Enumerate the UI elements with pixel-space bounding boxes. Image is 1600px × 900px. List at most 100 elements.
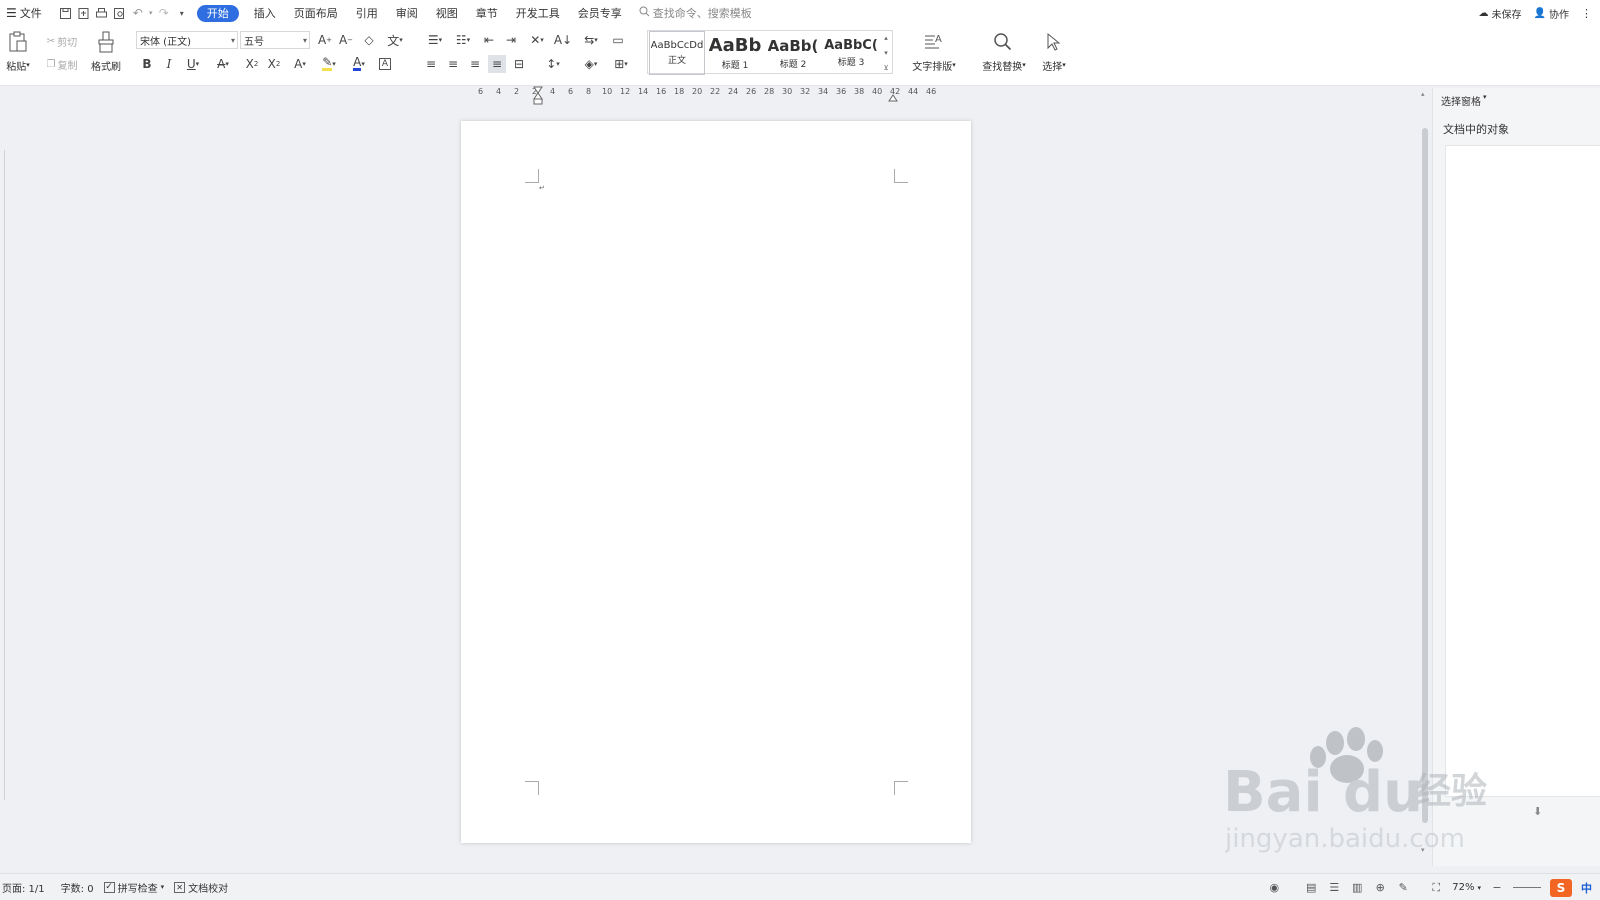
numbered-list-icon[interactable]: ☷ ▾ xyxy=(450,31,476,49)
char-border-icon[interactable]: A xyxy=(376,55,394,73)
show-marks-icon[interactable]: ⇆ ▾ xyxy=(578,31,604,49)
indent-marker-left[interactable] xyxy=(533,86,543,106)
cut-button[interactable]: ✂ 剪切 xyxy=(40,34,84,49)
underline-icon[interactable]: U ▾ xyxy=(180,55,206,73)
tab-references[interactable]: 引用 xyxy=(347,0,387,26)
style-gallery-scroll[interactable]: ▴ ▾ ⊻ xyxy=(880,31,892,75)
tab-stop-icon[interactable]: ▭ xyxy=(608,31,628,49)
chevron-down-icon: ▾ xyxy=(230,35,235,45)
document-page[interactable]: ↵ xyxy=(461,121,971,843)
shading-icon[interactable]: ◈ ▾ xyxy=(578,55,604,73)
more-icon[interactable]: ⋮ xyxy=(1581,7,1592,20)
collaborate-button[interactable]: 👤 协作 xyxy=(1534,6,1569,21)
tab-chapter[interactable]: 章节 xyxy=(467,0,507,26)
format-painter-label: 格式刷 xyxy=(91,61,121,73)
paste-label[interactable]: 粘贴 ▾ xyxy=(2,58,34,73)
style-heading-3[interactable]: AaBbC( 标题 3 xyxy=(823,31,879,75)
fit-page-icon[interactable]: ⛶ xyxy=(1429,881,1443,895)
tab-view[interactable]: 视图 xyxy=(427,0,467,26)
borders-icon[interactable]: ⊞ ▾ xyxy=(608,55,634,73)
indent-marker-right[interactable] xyxy=(888,92,898,102)
justify-icon[interactable]: ≡ xyxy=(488,55,506,73)
style-heading-2[interactable]: AaBb( 标题 2 xyxy=(765,31,821,75)
outline-view-icon[interactable]: ☰ xyxy=(1327,881,1341,895)
highlight-icon[interactable]: ✎ ▾ xyxy=(316,55,342,73)
tab-review[interactable]: 审阅 xyxy=(387,0,427,26)
eye-protection-icon[interactable]: ◉ xyxy=(1267,881,1281,895)
vertical-scrollbar[interactable]: ▴ ▾ xyxy=(1419,88,1431,866)
tab-page-layout[interactable]: 页面布局 xyxy=(285,0,347,26)
copy-button[interactable]: ❐ 复制 xyxy=(40,57,84,72)
command-search[interactable]: 查找命令、搜索模板 xyxy=(639,5,752,21)
align-left-icon[interactable]: ≡ xyxy=(422,55,440,73)
redo-icon[interactable]: ↷ xyxy=(155,4,173,22)
zoom-slider[interactable] xyxy=(1513,887,1541,888)
style-heading-1[interactable]: AaBb 标题 1 xyxy=(707,31,763,75)
superscript-icon[interactable]: X2 xyxy=(242,55,262,73)
chinese-layout-icon[interactable]: ✕ ▾ xyxy=(524,31,550,49)
text-effect-icon[interactable]: A ▾ xyxy=(288,55,312,73)
text-layout-button[interactable]: 文字排版 ▾ xyxy=(906,58,962,73)
save-icon[interactable] xyxy=(57,4,75,22)
move-down-icon[interactable]: ⬇ xyxy=(1533,805,1542,818)
objects-list[interactable] xyxy=(1445,145,1600,797)
print-preview-icon[interactable] xyxy=(111,4,129,22)
tab-insert[interactable]: 插入 xyxy=(245,0,285,26)
align-right-icon[interactable]: ≡ xyxy=(466,55,484,73)
doc-check-button[interactable]: ✕ 文档校对 xyxy=(174,880,228,895)
find-replace-icon[interactable] xyxy=(990,30,1016,54)
tab-member[interactable]: 会员专享 xyxy=(569,0,631,26)
export-pdf-icon[interactable] xyxy=(75,4,93,22)
customize-toolbar-icon[interactable]: ▾ xyxy=(173,4,191,22)
page-view-icon[interactable]: ▤ xyxy=(1304,881,1318,895)
strikethrough-icon[interactable]: A ▾ xyxy=(210,55,236,73)
italic-icon[interactable]: I xyxy=(160,55,178,73)
word-count[interactable]: 字数: 0 xyxy=(61,880,94,895)
format-painter-button[interactable] xyxy=(92,30,120,54)
select-button[interactable]: 选择 ▾ xyxy=(1036,58,1072,73)
selection-pane-title[interactable]: 选择窗格 ▾ xyxy=(1441,93,1487,108)
undo-dropdown-icon[interactable]: ▾ xyxy=(147,4,155,22)
scrollbar-thumb[interactable] xyxy=(1422,128,1428,823)
vertical-ruler[interactable] xyxy=(0,150,5,800)
web-view-icon[interactable]: ⊕ xyxy=(1373,881,1387,895)
reading-view-icon[interactable]: ▥ xyxy=(1350,881,1364,895)
decrease-indent-icon[interactable]: ⇤ xyxy=(480,31,498,49)
ime-mode[interactable]: 中 xyxy=(1581,880,1592,896)
print-icon[interactable] xyxy=(93,4,111,22)
tab-home[interactable]: 开始 xyxy=(196,4,239,22)
align-center-icon[interactable]: ≡ xyxy=(444,55,462,73)
font-name-select[interactable]: 宋体 (正文) ▾ xyxy=(136,31,238,49)
clear-format-icon[interactable]: ◇ xyxy=(360,31,378,49)
sogou-ime-icon[interactable]: S xyxy=(1550,878,1572,897)
paste-button[interactable] xyxy=(4,29,32,55)
spell-check-toggle[interactable]: ✓ 拼写检查 ▾ xyxy=(103,880,164,895)
distribute-icon[interactable]: ⊟ xyxy=(510,55,528,73)
find-replace-button[interactable]: 查找替换 ▾ xyxy=(976,58,1032,73)
text-layout-icon[interactable]: A xyxy=(920,30,946,54)
tab-developer[interactable]: 开发工具 xyxy=(507,0,569,26)
cursor-select-icon[interactable] xyxy=(1041,30,1065,54)
selection-pane: 选择窗格 ▾ 文档中的对象 ⬇ xyxy=(1432,88,1600,866)
font-size-select[interactable]: 五号 ▾ xyxy=(240,31,310,49)
style-normal[interactable]: AaBbCcDd 正文 xyxy=(649,31,705,75)
grow-font-icon[interactable]: A + xyxy=(316,31,334,49)
line-spacing-icon[interactable]: ↕ ▾ xyxy=(540,55,566,73)
zoom-level[interactable]: 72% ▾ xyxy=(1452,882,1481,893)
page-indicator[interactable]: 页面: 1/1 xyxy=(2,880,45,895)
sort-icon[interactable]: A↓ xyxy=(554,31,572,49)
subscript-icon[interactable]: X2 xyxy=(264,55,284,73)
bullet-list-icon[interactable]: ☰ ▾ xyxy=(422,31,448,49)
unsaved-status[interactable]: ☁ 未保存 xyxy=(1479,6,1522,21)
scroll-down-icon[interactable]: ▾ xyxy=(1421,846,1425,854)
undo-icon[interactable]: ↶ xyxy=(129,4,147,22)
phonetic-guide-icon[interactable]: 文 ▾ xyxy=(382,31,408,49)
shrink-font-icon[interactable]: A − xyxy=(337,31,355,49)
zoom-out-icon[interactable]: − xyxy=(1490,881,1504,895)
increase-indent-icon[interactable]: ⇥ xyxy=(502,31,520,49)
bold-icon[interactable]: B xyxy=(138,55,156,73)
file-menu[interactable]: ☰ 文件 xyxy=(0,0,51,26)
write-mode-icon[interactable]: ✎ xyxy=(1396,881,1410,895)
font-color-icon[interactable]: A ▾ xyxy=(346,55,372,73)
scroll-up-icon[interactable]: ▴ xyxy=(1421,90,1425,98)
